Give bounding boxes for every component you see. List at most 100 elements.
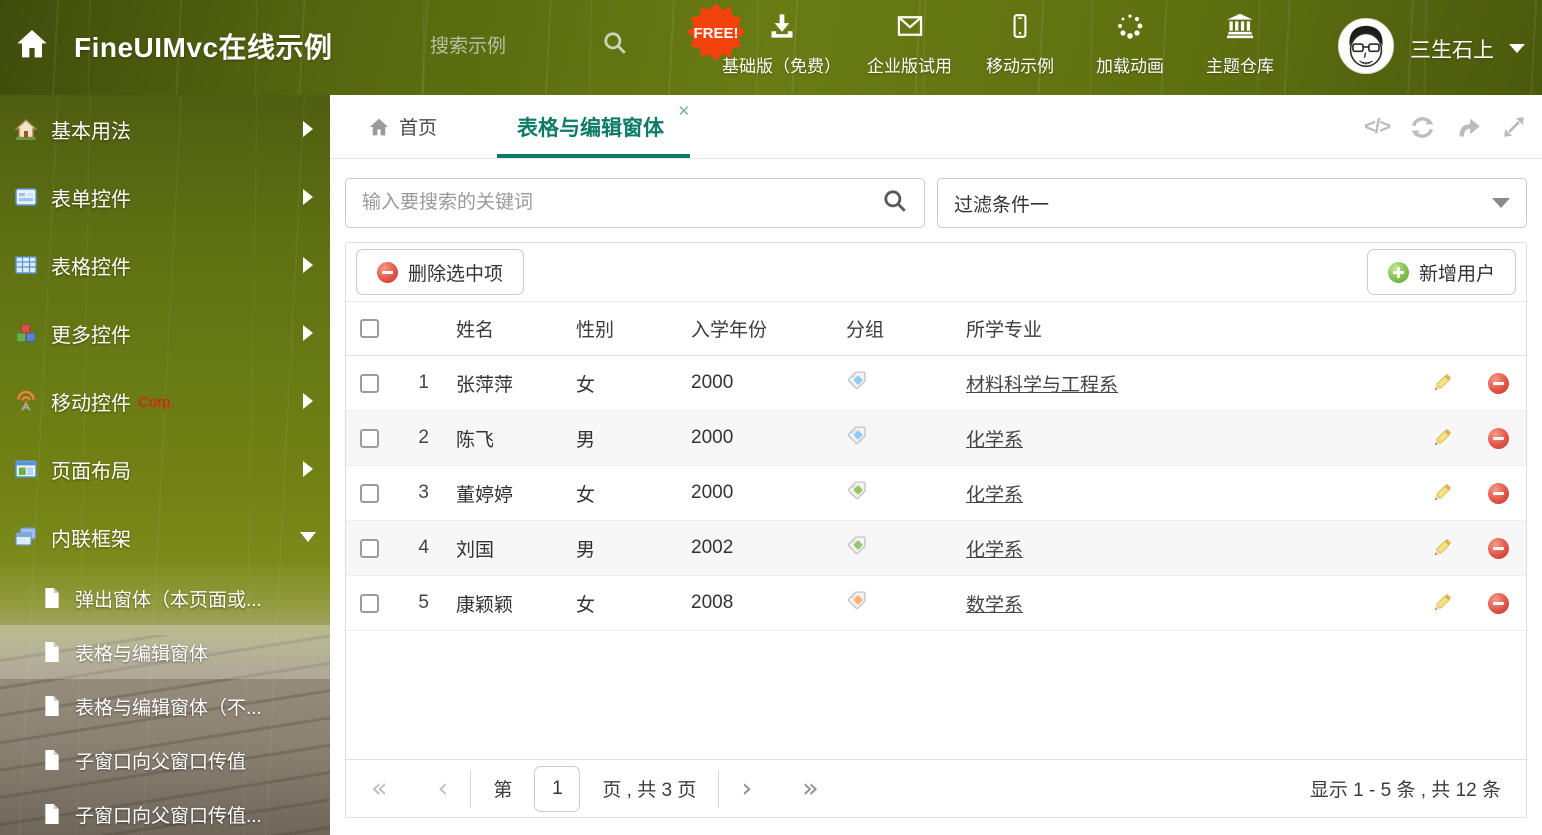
refresh-icon[interactable]: [1409, 114, 1436, 141]
user-menu[interactable]: 三生石上: [1337, 17, 1525, 80]
sidebar-item-form-controls[interactable]: 表单控件: [0, 163, 330, 231]
filter-dropdown-value: 过滤条件一: [954, 194, 1050, 216]
edit-button[interactable]: [1414, 372, 1470, 394]
layout-icon: [14, 457, 38, 481]
sidebar-subitem-grid-edit-window-2[interactable]: 表格与编辑窗体（不...: [0, 679, 330, 733]
app-title: FineUIMvc在线示例: [74, 32, 333, 63]
antenna-icon: [14, 389, 38, 413]
chevron-right-icon: [303, 257, 313, 273]
table-row: 4 刘国 男 2002 化学系: [346, 521, 1526, 576]
delete-button[interactable]: [1470, 482, 1526, 504]
form-icon: [14, 185, 38, 209]
grid-panel: 删除选中项 新增用户 姓名 性别 入学年份 分组 所学专业 1 张萍萍 女 20…: [345, 242, 1527, 818]
username: 三生石上: [1410, 38, 1494, 62]
sidebar-item-label: 基本用法: [51, 120, 131, 143]
prev-page-button[interactable]: ‹: [438, 775, 449, 802]
nav-item-enterprise-trial[interactable]: 企业版试用: [867, 12, 952, 77]
home-icon[interactable]: [15, 28, 49, 65]
delete-selected-button[interactable]: 删除选中项: [356, 249, 525, 295]
expand-icon[interactable]: [1501, 114, 1527, 140]
minus-circle-icon: [1487, 482, 1509, 504]
page-prefix: 第: [493, 780, 513, 801]
sidebar-item-label: 表格控件: [51, 256, 131, 279]
major-link[interactable]: 化学系: [966, 430, 1023, 451]
delete-button[interactable]: [1470, 427, 1526, 449]
first-page-button[interactable]: «: [371, 775, 388, 802]
sidebar-item-label: 移动控件: [51, 392, 131, 415]
edit-button[interactable]: [1414, 482, 1470, 504]
sidebar-item-basic-usage[interactable]: 基本用法: [0, 95, 330, 163]
delete-button[interactable]: [1470, 537, 1526, 559]
nav-item-mobile-demo[interactable]: 移动示例: [978, 12, 1062, 77]
delete-button[interactable]: [1470, 592, 1526, 614]
edit-button[interactable]: [1414, 537, 1470, 559]
sidebar-item-inline-frames[interactable]: 内联框架: [0, 503, 330, 571]
next-page-button[interactable]: ›: [741, 775, 752, 802]
tab-bar: 首页 表格与编辑窗体 ✕ </>: [330, 95, 1542, 159]
sidebar-subitem-child-to-parent-2[interactable]: 子窗口向父窗口传值...: [0, 787, 330, 835]
tag-icon: [831, 479, 868, 501]
view-source-icon[interactable]: </>: [1364, 116, 1391, 139]
nav-item-theme-repo[interactable]: 主题仓库: [1198, 12, 1282, 77]
sidebar-subitem-grid-edit-window[interactable]: 表格与编辑窗体: [0, 625, 330, 679]
last-page-button[interactable]: »: [802, 775, 819, 802]
keyword-search-input[interactable]: [346, 192, 882, 214]
chevron-right-icon: [303, 189, 313, 205]
row-checkbox[interactable]: [360, 428, 379, 448]
row-checkbox[interactable]: [360, 593, 379, 613]
search-icon[interactable]: [882, 188, 908, 219]
file-icon: [42, 749, 62, 771]
minus-circle-icon: [377, 261, 398, 283]
tab-toolbar: </>: [1364, 95, 1527, 159]
spinner-icon: [1116, 12, 1144, 45]
header-search-icon[interactable]: [602, 30, 628, 61]
row-checkbox[interactable]: [360, 538, 379, 558]
sidebar-subitem-popup-window[interactable]: 弹出窗体（本页面或...: [0, 571, 330, 625]
tab-grid-edit-window[interactable]: 表格与编辑窗体 ✕: [497, 95, 691, 158]
nav-item-loading-animation[interactable]: 加载动画: [1088, 12, 1172, 77]
delete-button[interactable]: [1470, 372, 1526, 394]
close-icon[interactable]: ✕: [677, 102, 690, 120]
file-icon: [42, 695, 62, 717]
select-all-checkbox[interactable]: [360, 319, 379, 338]
sidebar-item-label: 表单控件: [51, 188, 131, 211]
header-search-input[interactable]: [430, 30, 588, 64]
major-link[interactable]: 材料科学与工程系: [966, 375, 1118, 396]
pencil-icon: [1434, 429, 1451, 446]
edit-button[interactable]: [1414, 427, 1470, 449]
row-checkbox[interactable]: [360, 483, 379, 503]
tab-home[interactable]: 首页: [360, 95, 445, 158]
nav-label: 企业版试用: [867, 57, 952, 76]
top-header: FineUIMvc在线示例 FREE! 基础版（免费） 企业版试用: [0, 0, 1542, 95]
edit-button[interactable]: [1414, 592, 1470, 614]
sidebar-item-grid-controls[interactable]: 表格控件: [0, 231, 330, 299]
sidebar-item-mobile-controls[interactable]: 移动控件 Corp.: [0, 367, 330, 435]
chevron-down-icon: [1509, 44, 1525, 53]
filter-dropdown[interactable]: 过滤条件一: [937, 178, 1527, 228]
app-window: FineUIMvc在线示例 FREE! 基础版（免费） 企业版试用: [0, 0, 1542, 835]
main-content: 首页 表格与编辑窗体 ✕ </> 输入要搜索的关键词 过滤条件一 删除选中项 新…: [330, 95, 1542, 835]
sidebar-item-page-layout[interactable]: 页面布局: [0, 435, 330, 503]
row-checkbox[interactable]: [360, 373, 379, 393]
pagination-bar: « ‹ 第 页 , 共 3 页 › » 显示 1 - 5 条 , 共 12 条: [346, 759, 1526, 817]
nav-item-basic-edition[interactable]: 基础版（免费）: [722, 12, 841, 77]
sidebar-subitem-child-to-parent[interactable]: 子窗口向父窗口传值: [0, 733, 330, 787]
major-link[interactable]: 化学系: [966, 540, 1023, 561]
sidebar-item-label: 更多控件: [51, 324, 131, 347]
column-header-group: 分组: [846, 320, 885, 341]
row-number: 5: [418, 592, 429, 613]
house-icon: [14, 117, 38, 141]
sidebar-item-more-controls[interactable]: 更多控件: [0, 299, 330, 367]
column-header-major: 所学专业: [966, 320, 1043, 341]
open-new-window-icon[interactable]: [1455, 114, 1482, 141]
page-suffix: 页 , 共 3 页: [602, 780, 697, 801]
button-label: 新增用户: [1418, 263, 1495, 285]
divider: [470, 769, 472, 808]
major-link[interactable]: 化学系: [966, 485, 1023, 506]
cell-year: 2000: [691, 482, 734, 503]
add-user-button[interactable]: 新增用户: [1366, 249, 1516, 295]
page-number-input[interactable]: [534, 765, 581, 812]
cell-name: 刘国: [456, 539, 495, 561]
major-link[interactable]: 数学系: [966, 595, 1023, 616]
tag-icon: [831, 589, 868, 611]
